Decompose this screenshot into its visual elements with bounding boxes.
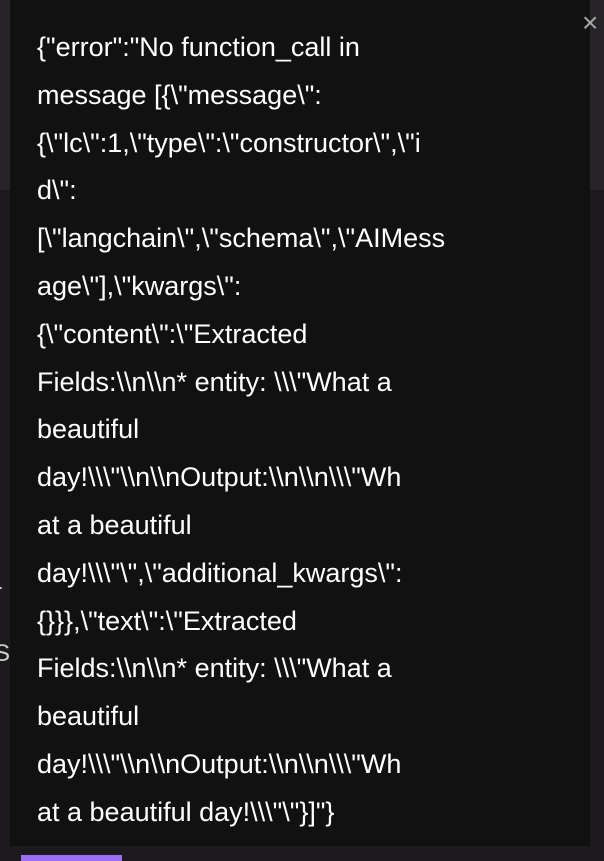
background-text-fragment: r [0,581,2,605]
accent-button-edge[interactable] [21,855,122,861]
error-tooltip: {"error":"No function_call in message [{… [10,0,590,846]
background-text-fragment: S [0,640,11,667]
error-message: {"error":"No function_call in message [{… [37,32,446,827]
close-icon[interactable]: × [582,9,604,37]
